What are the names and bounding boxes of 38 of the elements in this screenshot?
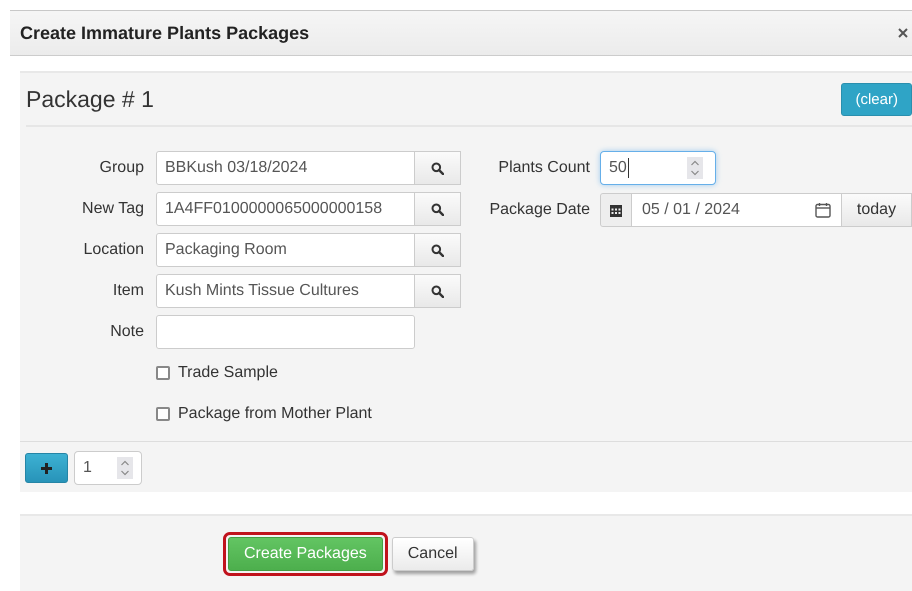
calendar-icon: [610, 204, 622, 216]
field-label: Plants Count: [497, 159, 590, 177]
dialog-title: Create Immature Plants Packages: [20, 22, 310, 44]
plants-count-field[interactable]: 50: [600, 151, 716, 185]
date-field[interactable]: 05 / 01 / 2024: [632, 193, 842, 227]
calendar-icon[interactable]: [815, 202, 831, 218]
close-icon[interactable]: [898, 28, 908, 38]
cancel-button[interactable]: Cancel: [392, 537, 474, 571]
lookup-field[interactable]: 1A4FF0100000065000000158: [156, 192, 415, 226]
field-label: Package Date: [488, 201, 590, 219]
field-label: Location: [82, 241, 144, 259]
plus-icon: [40, 462, 53, 474]
package-heading: Package # 1: [26, 86, 154, 112]
search-button[interactable]: [415, 233, 461, 267]
checkbox-label: Trade Sample: [178, 364, 278, 382]
search-button[interactable]: [415, 274, 461, 308]
add-button[interactable]: [25, 453, 68, 483]
search-button[interactable]: [415, 151, 461, 185]
search-icon: [431, 284, 444, 298]
lookup-field[interactable]: Kush Mints Tissue Cultures: [156, 274, 415, 308]
lookup-field[interactable]: Packaging Room: [156, 233, 415, 267]
field-label: Item: [112, 282, 144, 300]
field-label: Group: [98, 159, 144, 177]
today-button[interactable]: today: [842, 193, 912, 227]
field-label: New Tag: [81, 200, 144, 218]
checkbox[interactable]: [156, 407, 170, 421]
checkbox-label: Package from Mother Plant: [178, 405, 372, 423]
spinner-arrows-icon[interactable]: [117, 457, 133, 479]
search-button[interactable]: [415, 192, 461, 226]
search-icon: [431, 244, 444, 256]
lookup-field[interactable]: BBKush 03/18/2024: [156, 151, 415, 185]
checkbox[interactable]: [156, 366, 170, 380]
package-count-field[interactable]: 1: [74, 451, 142, 485]
search-icon: [431, 202, 444, 216]
spinner-arrows-icon[interactable]: [687, 157, 703, 179]
note-field[interactable]: [156, 315, 415, 349]
field-label: Note: [109, 323, 144, 341]
search-icon: [431, 162, 444, 174]
